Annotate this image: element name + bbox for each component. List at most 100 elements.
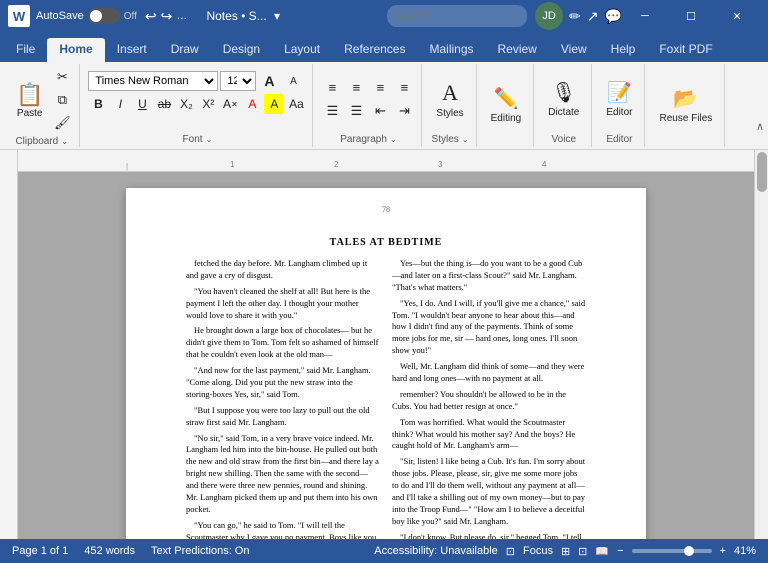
read-mode-button[interactable]: 📖 [595, 545, 609, 558]
dictate-button[interactable]: 🎙 Dictate [542, 67, 585, 131]
clear-format-button[interactable]: A✕ [220, 94, 240, 114]
focus-label[interactable]: Focus [523, 545, 553, 557]
zoom-slider-thumb [684, 546, 694, 556]
copy-button[interactable]: ⧉ [51, 89, 73, 111]
column-1: fetched the day before. Mr. Langham clim… [186, 258, 380, 539]
italic-button[interactable]: I [110, 94, 130, 114]
subscript-button[interactable]: X₂ [176, 94, 196, 114]
editor-label: Editor [606, 107, 632, 118]
justify-button[interactable]: ≡ [393, 76, 415, 98]
styles-group-label: Styles ⌄ [432, 134, 469, 145]
tab-references[interactable]: References [332, 38, 417, 62]
change-case-button[interactable]: Aa [286, 94, 306, 114]
indent-decrease-button[interactable]: ⇤ [369, 100, 391, 122]
tab-mailings[interactable]: Mailings [417, 38, 485, 62]
align-left-button[interactable]: ≡ [321, 76, 343, 98]
bullet-list-button[interactable]: ☰ [321, 100, 343, 122]
paragraph-content: ≡ ≡ ≡ ≡ ☰ ☰ ⇤ ⇥ [321, 66, 415, 132]
zoom-minus-button[interactable]: − [617, 545, 623, 557]
styles-button[interactable]: A Styles [430, 67, 469, 131]
focus-icon[interactable]: ⊡ [506, 545, 515, 558]
col1-p5: "But I suppose you were too lazy to pull… [186, 405, 380, 429]
clipboard-expand-icon[interactable]: ⌄ [61, 137, 68, 146]
ribbon-tabs: File Home Insert Draw Design Layout Refe… [0, 32, 768, 62]
align-right-button[interactable]: ≡ [369, 76, 391, 98]
tab-help[interactable]: Help [599, 38, 648, 62]
document-area: | 1 2 3 4 78 TALES AT BEDTIME fetched th… [18, 150, 754, 539]
tab-design[interactable]: Design [211, 38, 272, 62]
indent-increase-button[interactable]: ⇥ [393, 100, 415, 122]
ruler-left-margin: | [126, 162, 128, 171]
font-expand-icon[interactable]: ⌄ [206, 135, 213, 144]
zoom-plus-button[interactable]: + [720, 545, 726, 557]
autosave-toggle[interactable] [88, 8, 120, 24]
more-commands-button[interactable]: … [176, 10, 187, 22]
page-info: Page 1 of 1 [12, 545, 68, 557]
comment-icon[interactable]: 💬 [605, 8, 622, 25]
tab-view[interactable]: View [549, 38, 599, 62]
tab-review[interactable]: Review [486, 38, 549, 62]
web-layout-button[interactable]: ⊡ [578, 545, 587, 558]
pen-icon[interactable]: ✏ [569, 8, 581, 25]
accessibility-status[interactable]: Accessibility: Unavailable [374, 545, 498, 557]
editing-button[interactable]: ✏️ Editing [485, 73, 528, 137]
strikethrough-button[interactable]: ab [154, 94, 174, 114]
superscript-button[interactable]: X² [198, 94, 218, 114]
redo-button[interactable]: ↪ [161, 8, 173, 25]
autosave-area: AutoSave Off [36, 8, 137, 24]
format-painter-button[interactable]: 🖌 [51, 112, 73, 134]
zoom-percent: 41% [734, 545, 756, 557]
tab-draw[interactable]: Draw [159, 38, 211, 62]
print-layout-button[interactable]: ⊞ [561, 545, 570, 558]
decrease-font-size-button[interactable]: A [282, 70, 304, 92]
font-name-row: Times New Roman 12 A A [88, 70, 304, 92]
numbered-list-button[interactable]: ☰ [345, 100, 367, 122]
editor-button[interactable]: 📝 Editor [600, 67, 638, 131]
share-icon[interactable]: ↗ [587, 8, 599, 25]
reuse-files-button[interactable]: 📂 Reuse Files [653, 73, 718, 137]
document-page[interactable]: 78 TALES AT BEDTIME fetched the day befo… [126, 188, 646, 539]
scrollbar[interactable] [754, 150, 768, 539]
font-name-select[interactable]: Times New Roman [88, 71, 218, 91]
col2-p3: Well, Mr. Langham did think of some—and … [392, 361, 586, 385]
styles-label: Styles [436, 108, 463, 119]
tab-file[interactable]: File [4, 38, 47, 62]
text-predictions[interactable]: Text Predictions: On [151, 545, 249, 557]
ribbon-collapse-button[interactable]: ∧ [756, 120, 764, 133]
zoom-slider[interactable] [632, 549, 712, 553]
paragraph-expand-icon[interactable]: ⌄ [390, 135, 397, 144]
document-title: TALES AT BEDTIME [186, 236, 586, 250]
tab-foxit[interactable]: Foxit PDF [647, 38, 724, 62]
search-input[interactable] [387, 5, 527, 27]
col1-p4: "And now for the last payment," said Mr.… [186, 365, 380, 401]
close-button[interactable]: ✕ [714, 0, 760, 32]
font-size-select[interactable]: 12 [220, 71, 256, 91]
reuse-content: 📂 Reuse Files [653, 66, 718, 143]
tab-insert[interactable]: Insert [105, 38, 159, 62]
restore-button[interactable]: ☐ [668, 0, 714, 32]
title-dropdown-icon[interactable]: ▾ [274, 9, 280, 23]
tab-home[interactable]: Home [47, 38, 104, 62]
column-2: Yes—but the thing is—do you want to be a… [392, 258, 586, 539]
underline-button[interactable]: U [132, 94, 152, 114]
align-center-button[interactable]: ≡ [345, 76, 367, 98]
paragraph-group: ≡ ≡ ≡ ≡ ☰ ☰ ⇤ ⇥ Paragraph ⌄ [315, 64, 422, 147]
bold-button[interactable]: B [88, 94, 108, 114]
highlight-button[interactable]: A [264, 94, 284, 114]
left-ruler [0, 150, 18, 539]
increase-font-size-button[interactable]: A [258, 70, 280, 92]
editor-icon: 📝 [607, 80, 632, 105]
col2-p6: "Sir, listen! I like being a Cub. It's f… [392, 456, 586, 527]
cut-button[interactable]: ✂ [51, 66, 73, 88]
undo-button[interactable]: ↩ [145, 8, 157, 25]
font-color-button[interactable]: A [242, 94, 262, 114]
titlebar-right-icons: JD ✏ ↗ 💬 [535, 2, 622, 30]
tab-layout[interactable]: Layout [272, 38, 332, 62]
word-logo-icon: W [8, 5, 30, 27]
styles-expand-icon[interactable]: ⌄ [462, 135, 469, 144]
minimize-button[interactable]: ─ [622, 0, 668, 32]
scroll-thumb[interactable] [757, 152, 767, 192]
paste-label: Paste [17, 108, 43, 119]
profile-avatar[interactable]: JD [535, 2, 563, 30]
paste-button[interactable]: 📋 Paste [10, 66, 49, 134]
